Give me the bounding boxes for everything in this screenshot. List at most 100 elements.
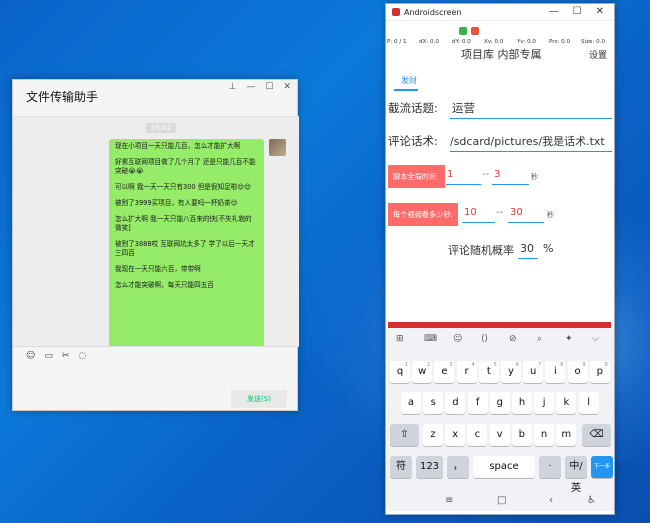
key-number-hint: 4 — [471, 362, 475, 368]
key-n[interactable]: n — [534, 424, 554, 446]
close-icon[interactable]: ✕ — [283, 82, 291, 92]
next-key-label: 下一步 — [593, 464, 611, 470]
key-f[interactable]: f — [467, 392, 488, 414]
key-u-label: u — [530, 366, 537, 377]
key-l[interactable]: l — [578, 392, 599, 414]
avatar[interactable] — [269, 139, 286, 156]
message-bubble[interactable]: 现在小项目一天只能几百，怎么才能扩大啊 好累互联网项目做了几个月了 还是只能几百… — [109, 139, 264, 346]
symbols-key[interactable]: 符 — [390, 456, 412, 478]
key-r[interactable]: r4 — [456, 361, 477, 383]
message-text: 现在小项目一天只能几百，怎么才能扩大啊 — [115, 142, 241, 150]
key-h[interactable]: h — [512, 392, 532, 414]
apps-grid-icon[interactable]: ⊞ — [396, 334, 404, 344]
percent-unit: % — [543, 242, 554, 255]
key-number-hint: 1 — [404, 362, 408, 368]
key-g[interactable]: g — [489, 392, 510, 414]
emoji-icon[interactable]: ☺ — [453, 334, 462, 344]
comment-input[interactable]: /sdcard/pictures/我是话术.txt — [450, 133, 605, 149]
key-w[interactable]: w2 — [412, 361, 433, 383]
key-z[interactable]: z — [423, 424, 443, 446]
comma-key[interactable]: ， — [447, 456, 469, 478]
key-m[interactable]: m — [556, 424, 577, 446]
script-max-underline — [492, 184, 529, 185]
script-time-max[interactable]: 3 — [494, 169, 500, 180]
key-s-label: s — [430, 397, 436, 408]
folder-icon[interactable]: ▭ — [44, 351, 53, 361]
tab-facai[interactable]: 发财 — [401, 75, 417, 86]
key-p[interactable]: p0 — [589, 361, 610, 383]
shift-key[interactable]: ⇧ — [390, 424, 419, 446]
topic-input[interactable]: 运营 — [452, 100, 475, 116]
key-number-hint: 2 — [427, 362, 431, 368]
space-key[interactable]: space — [473, 456, 535, 478]
video-min[interactable]: 10 — [464, 207, 477, 218]
stat-dy: dY: 0.0 — [452, 39, 471, 45]
key-p-label: p — [596, 366, 603, 377]
maximize-icon[interactable]: ☐ — [265, 82, 273, 92]
key-x[interactable]: x — [445, 424, 466, 446]
key-v[interactable]: v — [489, 424, 510, 446]
key-u[interactable]: u7 — [523, 361, 544, 383]
menu-icon[interactable]: ≡ — [445, 495, 453, 506]
message-text: 怎么扩大啊 我一天只能八百来的快[不失礼貌的微笑] — [115, 215, 252, 232]
stat-dx: dX: 0.0 — [419, 39, 439, 45]
next-key[interactable]: 下一步 — [591, 456, 613, 478]
collapse-icon[interactable]: ⌵ — [592, 334, 599, 344]
key-h-label: h — [518, 397, 526, 408]
accessibility-icon[interactable]: ♿ — [587, 495, 596, 506]
home-icon[interactable]: □ — [497, 495, 506, 506]
script-time-min[interactable]: 1 — [447, 169, 453, 180]
emoji-icon[interactable]: ☺ — [26, 351, 35, 361]
scissors-icon[interactable]: ✂ — [62, 351, 70, 361]
key-f-label: f — [475, 397, 480, 408]
key-b-label: b — [518, 429, 525, 440]
key-j[interactable]: j — [534, 392, 555, 414]
status-icons — [459, 27, 479, 35]
close-icon[interactable]: ✕ — [596, 6, 604, 17]
key-i[interactable]: i8 — [545, 361, 566, 383]
key-g-label: g — [496, 397, 503, 408]
key-q[interactable]: q1 — [390, 361, 410, 383]
key-z-label: z — [430, 429, 436, 440]
comment-underline — [450, 151, 612, 152]
shift-key-label: ⇧ — [400, 429, 409, 440]
android-logo-icon — [392, 8, 400, 16]
cursor-icon[interactable]: ⟨⟩ — [481, 334, 488, 344]
minimize-icon[interactable]: — — [549, 6, 559, 17]
key-b[interactable]: b — [511, 424, 532, 446]
key-number-hint: 5 — [493, 362, 497, 368]
chat-area[interactable]: 19:42 现在小项目一天只能几百，怎么才能扩大啊 好累互联网项目做了几个月了 … — [13, 116, 299, 347]
key-a[interactable]: a — [401, 392, 421, 414]
period-key[interactable]: · — [539, 456, 561, 478]
key-d[interactable]: d — [445, 392, 466, 414]
key-t[interactable]: t5 — [478, 361, 499, 383]
backspace-key[interactable]: ⌫ — [582, 424, 611, 446]
maximize-icon[interactable]: ☐ — [573, 6, 582, 17]
keyboard-icon[interactable]: ⌨ — [424, 334, 437, 344]
key-o-label: o — [574, 366, 581, 377]
message-text: 好累互联网项目做了几个月了 还是只能几百不能突破😭😭 — [115, 158, 256, 175]
probability-input[interactable]: 30 — [520, 242, 534, 255]
send-button[interactable]: 发送(S) — [231, 390, 287, 408]
search-icon[interactable]: ⌕ — [537, 334, 542, 344]
key-o[interactable]: o9 — [567, 361, 588, 383]
clip-icon[interactable]: ⊘ — [509, 334, 517, 344]
key-e-label: e — [441, 366, 448, 377]
language-key[interactable]: 中/英 — [565, 456, 587, 494]
pin-icon[interactable]: ⊥ — [229, 82, 237, 92]
wechat-window: 文件传输助手 ⊥ — ☐ ✕ 19:42 现在小项目一天只能几百，怎么才能扩大啊… — [12, 79, 299, 411]
chat-icon[interactable]: ◌ — [78, 351, 86, 361]
key-k[interactable]: k — [556, 392, 577, 414]
numbers-key[interactable]: 123 — [416, 456, 443, 478]
key-e[interactable]: e3 — [434, 361, 455, 383]
game-icon[interactable]: ✦ — [565, 334, 573, 344]
key-s[interactable]: s — [423, 392, 444, 414]
video-max[interactable]: 30 — [510, 207, 523, 218]
key-i-label: i — [554, 366, 557, 377]
back-icon[interactable]: ‹ — [549, 495, 553, 506]
key-c[interactable]: c — [467, 424, 488, 446]
key-number-hint: 8 — [560, 362, 564, 368]
key-y[interactable]: y6 — [501, 361, 521, 383]
message-text: 可以啊 我一天一天只有300 但是很知足啦😍😍 — [115, 183, 252, 191]
minimize-icon[interactable]: — — [246, 82, 255, 92]
